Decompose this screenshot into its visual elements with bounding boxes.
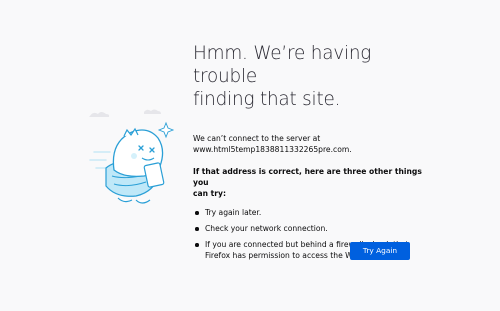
error-server-address: www.html5temp1838811332265pre.com. <box>193 145 352 154</box>
suggestions-heading-line: If that address is correct, here are thr… <box>193 167 422 187</box>
suggestions-heading: If that address is correct, here are thr… <box>193 166 433 199</box>
error-message: We can’t connect to the server at www.ht… <box>193 133 433 155</box>
error-message-line: We can’t connect to the server at <box>193 134 321 143</box>
error-content: Hmm. We’re having trouble finding that s… <box>193 42 433 266</box>
error-title-line: Hmm. We’re having trouble <box>193 43 372 87</box>
suggestion-item: Try again later. <box>193 207 433 218</box>
error-page: Hmm. We’re having trouble finding that s… <box>0 0 500 311</box>
bullet-icon <box>195 243 199 247</box>
error-title-line: finding that site. <box>193 89 341 110</box>
suggestion-item: Check your network connection. <box>193 223 433 234</box>
try-again-button[interactable]: Try Again <box>350 242 410 260</box>
bullet-icon <box>195 211 199 215</box>
suggestion-text: Check your network connection. <box>205 224 328 233</box>
suggestion-text: Try again later. <box>205 208 262 217</box>
error-title: Hmm. We’re having trouble finding that s… <box>193 42 433 111</box>
bullet-icon <box>195 227 199 231</box>
suggestions-heading-line: can try: <box>193 189 227 198</box>
dizzy-dinosaur-icon <box>84 106 180 210</box>
